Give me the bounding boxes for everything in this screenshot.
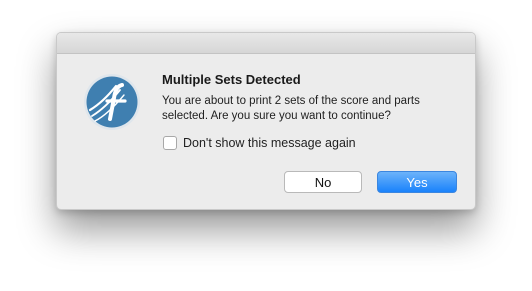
no-button[interactable]: No bbox=[284, 171, 362, 193]
dialog-title: Multiple Sets Detected bbox=[162, 72, 301, 87]
dialog-message: You are about to print 2 sets of the sco… bbox=[162, 95, 420, 122]
dont-show-again-option[interactable]: Don't show this message again bbox=[163, 136, 356, 150]
yes-button[interactable]: Yes bbox=[377, 171, 457, 193]
finale-app-icon bbox=[83, 73, 141, 131]
alert-dialog: Multiple Sets Detected You are about to … bbox=[56, 32, 476, 210]
dont-show-again-checkbox[interactable] bbox=[163, 136, 177, 150]
screen: Multiple Sets Detected You are about to … bbox=[0, 0, 532, 291]
dialog-titlebar bbox=[57, 33, 475, 54]
dont-show-again-label[interactable]: Don't show this message again bbox=[183, 136, 356, 150]
